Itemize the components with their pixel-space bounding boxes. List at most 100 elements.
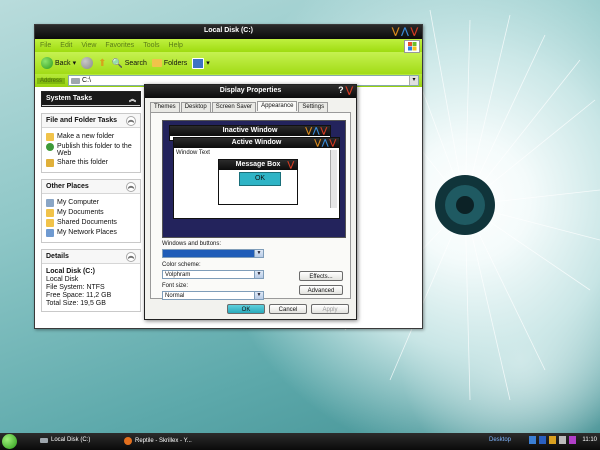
apply-button[interactable]: Apply (311, 304, 349, 314)
collapse-icon[interactable]: ︽ (126, 115, 136, 126)
details-filesystem: File System: NTFS (46, 284, 105, 291)
menu-favorites[interactable]: Favorites (105, 42, 134, 49)
maximize-icon[interactable]: ⋀ (401, 26, 408, 37)
clock[interactable]: 11:10 (582, 437, 597, 443)
system-tasks-panel: System Tasks ︽ (41, 91, 141, 107)
collapse-icon[interactable]: ︽ (126, 251, 136, 262)
shared-documents-link[interactable]: Shared Documents (46, 219, 136, 227)
tab-settings[interactable]: Settings (298, 102, 329, 112)
windows-buttons-select[interactable]: ▼ (162, 249, 264, 258)
tab-desktop[interactable]: Desktop (180, 102, 211, 112)
file-folder-tasks-panel: File and Folder Tasks ︽ Make a new folde… (41, 113, 141, 173)
taskbar: Local Disk (C:) Reptile - Skrillex - Y..… (0, 433, 600, 450)
my-network-places-link[interactable]: My Network Places (46, 229, 136, 237)
bluetooth-icon[interactable] (539, 436, 547, 444)
collapse-icon[interactable]: ︽ (129, 94, 136, 104)
chevron-down-icon[interactable]: ▼ (254, 271, 263, 278)
cancel-button[interactable]: Cancel (269, 304, 307, 314)
back-label: Back (55, 59, 71, 67)
computer-icon (46, 199, 54, 207)
place-label: My Network Places (57, 229, 117, 236)
share-folder-link[interactable]: Share this folder (46, 159, 136, 167)
place-label: My Documents (57, 209, 104, 216)
make-new-folder-link[interactable]: Make a new folder (46, 133, 136, 141)
preview-scrollbar (330, 150, 337, 208)
my-documents-link[interactable]: My Documents (46, 209, 136, 217)
taskbar-item-browser[interactable]: Reptile - Skrillex - Y... (124, 437, 192, 445)
system-tray: 11:10 (529, 436, 597, 444)
back-button[interactable]: Back ▾ (41, 57, 76, 69)
task-label: Share this folder (57, 159, 108, 166)
chevron-down-icon[interactable]: ▼ (254, 250, 263, 257)
chevron-down-icon[interactable]: ▾ (409, 76, 418, 85)
close-icon[interactable]: ⋁ (411, 26, 418, 37)
menu-help[interactable]: Help (169, 42, 183, 49)
network-icon[interactable] (529, 436, 537, 444)
menu-tools[interactable]: Tools (143, 42, 159, 49)
file-folder-tasks-header[interactable]: File and Folder Tasks ︽ (42, 114, 140, 128)
dialog-title-bar[interactable]: Display Properties ? ⋁ (145, 85, 356, 98)
chevron-down-icon[interactable]: ▼ (254, 292, 263, 299)
shield-icon[interactable] (549, 436, 557, 444)
app-tray-icon[interactable] (569, 436, 577, 444)
up-folder-icon: ⬆ (98, 57, 107, 69)
explorer-title: Local Disk (C:) (203, 27, 253, 34)
dialog-title: Display Properties (219, 87, 282, 94)
windows-logo-icon (404, 40, 420, 53)
place-label: Shared Documents (57, 219, 117, 226)
search-button[interactable]: 🔍 Search (111, 58, 146, 69)
tab-appearance[interactable]: Appearance (257, 101, 298, 111)
color-scheme-value: Volphram (165, 272, 191, 278)
task-label: Make a new folder (57, 133, 115, 140)
taskbar-item-local-disk[interactable]: Local Disk (C:) (40, 437, 90, 443)
other-places-header[interactable]: Other Places ︽ (42, 180, 140, 194)
menu-edit[interactable]: Edit (60, 42, 72, 49)
explorer-title-bar[interactable]: Local Disk (C:) ⋁ ⋀ ⋁ (35, 25, 422, 39)
color-scheme-select[interactable]: Volphram ▼ (162, 270, 264, 279)
minimize-icon[interactable]: ⋁ (392, 26, 399, 37)
up-folder-button[interactable]: ⬆ (98, 58, 106, 69)
start-button[interactable] (2, 434, 17, 449)
help-icon[interactable]: ? (338, 85, 344, 96)
font-size-select[interactable]: Normal ▼ (162, 291, 264, 300)
search-label: Search (124, 59, 147, 67)
new-folder-icon (46, 133, 54, 141)
collapse-icon[interactable]: ︽ (126, 181, 136, 192)
menu-file[interactable]: File (40, 42, 51, 49)
system-tasks-header[interactable]: System Tasks ︽ (42, 92, 140, 106)
chevron-down-icon: ▾ (206, 60, 210, 67)
tab-strip: Themes Desktop Screen Saver Appearance S… (150, 101, 329, 112)
place-label: My Computer (57, 199, 100, 206)
share-folder-icon (46, 159, 54, 167)
folders-button[interactable]: Folders (151, 59, 187, 67)
task-label: Publish this folder to the Web (57, 143, 132, 157)
display-properties-dialog: Display Properties ? ⋁ Themes Desktop Sc… (144, 84, 357, 320)
advanced-button[interactable]: Advanced (299, 285, 343, 295)
address-label: Address (37, 77, 66, 84)
views-button[interactable]: ▾ (192, 57, 210, 69)
globe-icon (46, 143, 54, 151)
volume-icon[interactable] (559, 436, 567, 444)
desktop-toolbar[interactable]: Desktop (489, 437, 511, 443)
font-size-label: Font size: (162, 283, 189, 289)
details-type: Local Disk (46, 276, 79, 283)
color-scheme-label: Color scheme: (162, 262, 201, 268)
taskbar-item-label: Local Disk (C:) (51, 437, 91, 443)
close-icon[interactable]: ⋁ (346, 85, 353, 96)
effects-button[interactable]: Effects... (299, 271, 343, 281)
ok-button[interactable]: OK (227, 304, 265, 314)
appearance-tab-page: Inactive Window ⋁⋀⋁ Active Window ⋁⋀⋁ Wi… (150, 112, 351, 300)
tab-themes[interactable]: Themes (150, 102, 180, 112)
preview-message-box: Message Box ⋁ OK (218, 159, 298, 205)
details-header[interactable]: Details ︽ (42, 250, 140, 264)
publish-folder-link[interactable]: Publish this folder to the Web (46, 143, 136, 157)
forward-button[interactable] (81, 57, 94, 69)
menu-view[interactable]: View (81, 42, 96, 49)
taskbar-item-label: Reptile - Skrillex - Y... (135, 438, 192, 444)
tab-screen-saver[interactable]: Screen Saver (211, 102, 257, 112)
file-folder-tasks-title: File and Folder Tasks (46, 117, 118, 124)
network-icon (46, 229, 54, 237)
forward-arrow-icon (81, 57, 94, 69)
my-computer-link[interactable]: My Computer (46, 199, 136, 207)
shared-folder-icon (46, 219, 54, 227)
